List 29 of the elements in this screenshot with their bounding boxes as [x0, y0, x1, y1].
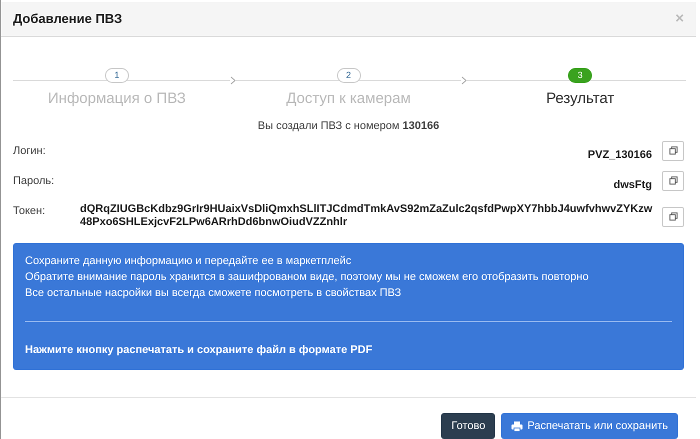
copy-button[interactable] — [662, 206, 684, 227]
alert-instruction: Нажмите кнопку распечатать и сохраните файл в формате PDF — [25, 342, 374, 358]
step-label: Результат — [546, 88, 614, 109]
print-button[interactable]: Распечатать или сохранить — [501, 413, 678, 439]
copy-button[interactable] — [662, 140, 684, 161]
copy-icon — [668, 146, 678, 156]
field-value: dwsFtg — [614, 178, 652, 193]
copy-icon — [668, 212, 678, 222]
alert-text: Все остальные насройки вы всегда сможете посмотреть в свойствах ПВЗ — [25, 286, 402, 301]
chevron-icon — [230, 76, 236, 85]
window-title: Добавление ПВЗ — [13, 10, 122, 28]
step-label: Доступ к камерам — [286, 89, 411, 110]
step-number: 3 — [568, 68, 592, 83]
step-number: 1 — [104, 68, 129, 84]
copy-button[interactable] — [662, 170, 684, 191]
step-label: Информация о ПВЗ — [48, 89, 186, 110]
field-label: Логин: — [13, 144, 47, 159]
alert-text: Сохраните данную информацию и передайте ее в маркетплейс — [25, 254, 352, 269]
field-value: dQRqZIUGBcKdbz9GrIr9HUaixVsDliQmxhSLlITJCdmdTmkAvS92mZaZulc2qsfdPwpXY7hbbJ4uwfvhwvZYKzw48Pxo6SHLExjcvF2LPw6ARrhDd6bnwOiudVZZnhlr — [80, 202, 654, 229]
alert-text: Обратите внимание пароль хранится в зашифрованом виде, поэтому мы не сможем его отобразить повторно — [25, 270, 590, 285]
copy-icon — [668, 176, 678, 186]
field-value: PVZ_130166 — [588, 148, 652, 163]
chevron-icon — [461, 76, 468, 85]
field-label: Пароль: — [13, 174, 56, 189]
printer-icon — [511, 420, 524, 432]
result-message: Вы создали ПВЗ с номером 130166 — [258, 120, 440, 132]
step-number: 2 — [336, 68, 360, 84]
done-button[interactable]: Готово — [441, 413, 496, 439]
field-label: Токен: — [13, 204, 46, 219]
